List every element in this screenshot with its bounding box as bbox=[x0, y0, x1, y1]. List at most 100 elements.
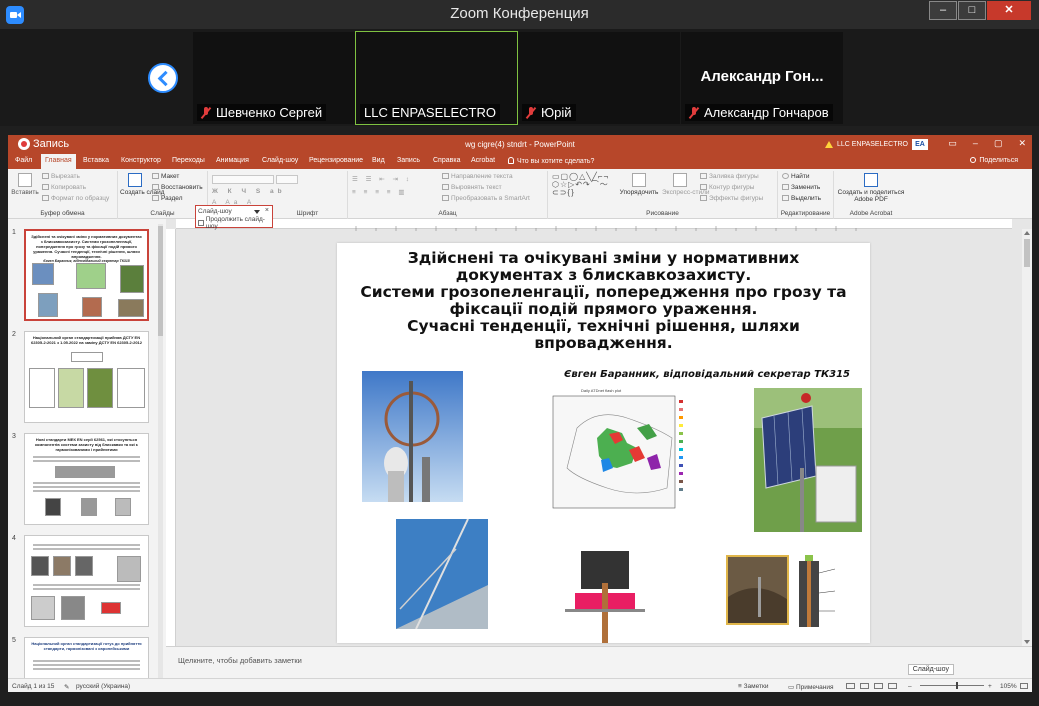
slide-thumbnail[interactable]: Національний орган стандартизації готує … bbox=[24, 637, 149, 678]
notes-placeholder[interactable]: Щелкните, чтобы добавить заметки bbox=[178, 656, 302, 665]
slide-thumbnail-selected[interactable]: Здійснені та очікувані зміни у нормативн… bbox=[24, 229, 149, 321]
ppt-minimize-button[interactable]: – bbox=[973, 138, 978, 149]
earthing-section-diagram[interactable] bbox=[793, 553, 851, 629]
text-direction-button[interactable]: Направление текста bbox=[442, 173, 513, 180]
reading-view-icon[interactable] bbox=[874, 683, 883, 689]
format-painter-button[interactable]: Формат по образцу bbox=[42, 195, 109, 202]
minimize-button[interactable]: – bbox=[929, 1, 957, 20]
lightning-sensor-photo[interactable] bbox=[362, 371, 463, 502]
tell-me-search[interactable]: Что вы хотите сделать? bbox=[508, 157, 594, 165]
comments-toggle[interactable]: ▭ Примечания bbox=[788, 683, 833, 691]
maximize-button[interactable]: □ bbox=[958, 1, 986, 20]
font-format-buttons[interactable]: Ж К Ч S ab bbox=[212, 188, 286, 195]
create-pdf-button[interactable]: Создать и поделиться Adobe PDF bbox=[836, 173, 906, 203]
new-slide-button[interactable]: Создать слайд bbox=[120, 173, 165, 196]
cut-button[interactable]: Вырезать bbox=[42, 173, 80, 180]
shape-fill-button[interactable]: Заливка фигуры bbox=[700, 173, 759, 180]
thumbnail-image bbox=[61, 596, 85, 620]
checkbox[interactable] bbox=[198, 219, 204, 226]
grounding-diagram[interactable] bbox=[555, 543, 655, 643]
zoom-level[interactable]: 105% bbox=[1000, 683, 1017, 690]
zoom-out-button[interactable]: – bbox=[908, 683, 912, 690]
shape-effects-button[interactable]: Эффекты фигуры bbox=[700, 195, 763, 202]
normal-view-icon[interactable] bbox=[846, 683, 855, 689]
tab-record[interactable]: Запись bbox=[397, 157, 420, 164]
tab-slideshow[interactable]: Слайд-шоу bbox=[262, 157, 298, 164]
editor-vertical-scrollbar[interactable] bbox=[1022, 229, 1032, 646]
close-icon[interactable]: × bbox=[265, 207, 269, 214]
participant-tile[interactable]: Юрій bbox=[518, 32, 680, 124]
notes-toggle[interactable]: ≡ Заметки bbox=[738, 683, 768, 690]
arrange-button[interactable]: Упорядочить bbox=[618, 173, 660, 196]
tab-home[interactable]: Главная bbox=[41, 154, 76, 169]
participant-tile[interactable]: Александр Гон... Александр Гончаров bbox=[681, 32, 843, 124]
tab-file[interactable]: Файл bbox=[15, 157, 32, 164]
language-indicator[interactable]: русский (Украина) bbox=[76, 683, 130, 690]
atdnet-map-image[interactable]: Daily ATDnet flash plot bbox=[537, 388, 712, 526]
paint-bucket-icon bbox=[700, 173, 707, 179]
shapes-gallery[interactable]: ▭▢◯△╲╱⌐¬⬡☆▷↶↷⌒～⊂⊃{} bbox=[552, 173, 614, 199]
share-button[interactable]: Поделиться bbox=[970, 157, 1018, 164]
participant-tile-active-speaker[interactable]: LLC ENPASELECTRO bbox=[355, 31, 518, 125]
slide-thumbnail[interactable]: Нові стандарти МЕК EN серії 62561, які с… bbox=[24, 433, 149, 525]
font-name-field[interactable] bbox=[212, 175, 274, 184]
shape-outline-button[interactable]: Контур фигуры bbox=[700, 184, 754, 191]
participant-name-label: LLC ENPASELECTRO bbox=[360, 104, 500, 121]
slide-thumbnail[interactable] bbox=[24, 535, 149, 627]
slide-title[interactable]: Здійснені та очікувані зміни у нормативн… bbox=[347, 250, 860, 352]
solar-sensor-photo[interactable] bbox=[754, 388, 862, 532]
current-slide[interactable]: Здійснені та очікувані зміни у нормативн… bbox=[337, 243, 870, 643]
tab-design[interactable]: Конструктор bbox=[121, 157, 161, 164]
select-button[interactable]: Выделить bbox=[782, 195, 821, 202]
tab-acrobat[interactable]: Acrobat bbox=[471, 157, 495, 164]
tab-help[interactable]: Справка bbox=[433, 157, 460, 164]
align-text-button[interactable]: Выровнять текст bbox=[442, 184, 502, 191]
tab-review[interactable]: Рецензирование bbox=[309, 157, 363, 164]
scroll-down-icon[interactable] bbox=[1024, 640, 1030, 644]
font-size-field[interactable] bbox=[276, 175, 298, 184]
slideshow-dropdown[interactable]: Слайд-шоу × Продолжить слайд-шоу bbox=[195, 205, 273, 230]
list-buttons[interactable]: ☰ ☰ ⇤ ⇥ ↕ bbox=[352, 175, 412, 183]
slideshow-view-icon[interactable] bbox=[888, 683, 897, 689]
previous-page-button[interactable] bbox=[148, 63, 178, 93]
reset-button[interactable]: Восстановить bbox=[152, 184, 203, 191]
thumbnail-text-line bbox=[33, 660, 140, 662]
notes-pane[interactable]: Щелкните, чтобы добавить заметки Слайд-ш… bbox=[166, 646, 1032, 676]
mast-photo[interactable] bbox=[396, 519, 488, 629]
scrollbar-thumb[interactable] bbox=[1024, 239, 1030, 267]
paste-button[interactable]: Вставить bbox=[10, 173, 40, 196]
ribbon-display-button[interactable]: ▭ bbox=[948, 138, 957, 149]
ppt-close-button[interactable]: ✕ bbox=[1018, 138, 1026, 149]
slide-thumbnail[interactable]: Національний орган стандартизації прийня… bbox=[24, 331, 149, 423]
ppt-restore-button[interactable]: ▢ bbox=[994, 138, 1003, 149]
thumbnails-scrollbar[interactable] bbox=[158, 224, 163, 678]
zoom-in-button[interactable]: + bbox=[988, 683, 992, 690]
smartart-button[interactable]: Преобразовать в SmartArt bbox=[442, 195, 530, 202]
earthing-photo[interactable] bbox=[726, 555, 789, 625]
spellcheck-icon[interactable]: ✎ bbox=[64, 683, 69, 691]
tab-view[interactable]: Вид bbox=[372, 157, 385, 164]
replace-button[interactable]: Заменить bbox=[782, 184, 820, 191]
tab-animation[interactable]: Анимация bbox=[216, 157, 249, 164]
slide-author[interactable]: Євген Баранник, відповідальний секретар … bbox=[564, 369, 850, 380]
section-button[interactable]: Раздел bbox=[152, 195, 182, 202]
fit-slide-icon[interactable] bbox=[1020, 683, 1028, 689]
tab-insert[interactable]: Вставка bbox=[83, 157, 109, 164]
find-button[interactable]: Найти bbox=[782, 173, 810, 180]
thumbnail-text-line bbox=[33, 548, 140, 550]
zoom-slider[interactable] bbox=[920, 682, 984, 689]
align-buttons[interactable]: ≡ ≡ ≡ ≡ ▥ bbox=[352, 188, 408, 196]
close-button[interactable]: ✕ bbox=[987, 1, 1031, 20]
thumbnail-block bbox=[29, 368, 55, 408]
layout-button[interactable]: Макет bbox=[152, 173, 179, 180]
quick-styles-button[interactable]: Экспресс-стили bbox=[662, 173, 710, 196]
scroll-up-icon[interactable] bbox=[1024, 231, 1030, 235]
scrollbar-thumb[interactable] bbox=[158, 226, 163, 336]
participant-tile[interactable]: Шевченко Сергей bbox=[193, 32, 355, 124]
zoom-title-bar: Zoom Конференция – □ ✕ bbox=[0, 0, 1039, 29]
account-area[interactable]: LLC ENPASELECTRO EA bbox=[824, 139, 928, 150]
tab-transitions[interactable]: Переходы bbox=[172, 157, 205, 164]
sorter-view-icon[interactable] bbox=[860, 683, 869, 689]
dropdown-option[interactable]: Продолжить слайд-шоу bbox=[198, 216, 272, 230]
copy-button[interactable]: Копировать bbox=[42, 184, 86, 191]
